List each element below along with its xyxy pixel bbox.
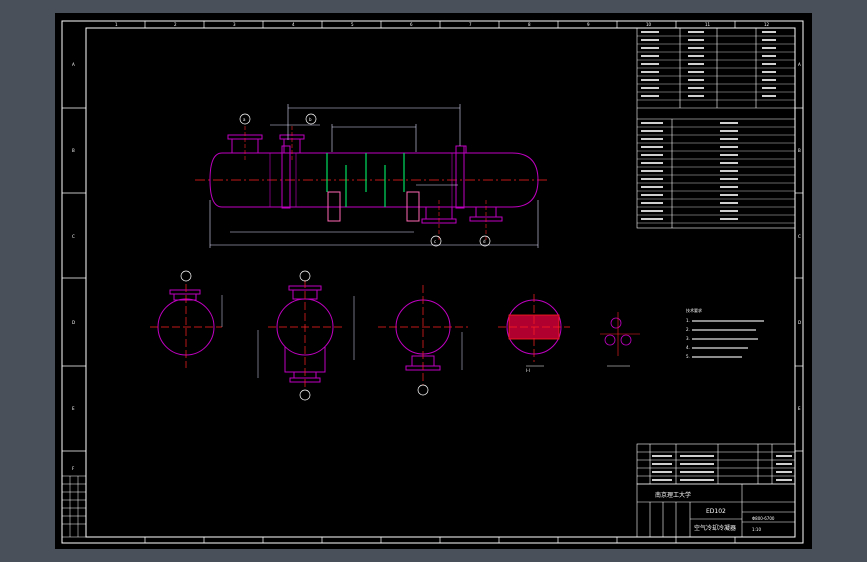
table-cell-text [641,87,659,89]
table-cell-text [762,63,776,65]
svg-text:1.: 1. [686,318,690,323]
table-cell-text [762,39,776,41]
table-cell-text [641,31,659,33]
table-cell-text [720,130,738,132]
table-cell-text [688,47,704,49]
table-cell-text [720,186,738,188]
table-cell-text [720,202,738,204]
table-cell-text [641,55,659,57]
table-cell-text [720,138,738,140]
table-cell-text [720,210,738,212]
svg-text:A: A [798,62,801,67]
table-cell-text [641,39,659,41]
svg-text:D: D [72,320,75,325]
section-label: I-I [526,368,530,373]
svg-text:B: B [72,148,75,153]
table-cell-text [641,122,663,124]
table-cell-text [641,146,663,148]
table-cell-text [762,71,776,73]
table-cell-text [720,146,738,148]
table-cell-text [762,55,776,57]
table-cell-text [641,63,659,65]
svg-text:11: 11 [705,22,711,27]
table-cell-text [641,218,663,220]
table-cell-text [641,162,663,164]
table-cell-text [762,47,776,49]
drawing-canvas [55,13,812,549]
table-cell-text [688,71,704,73]
table-cell-text [641,186,663,188]
svg-text:2.: 2. [686,327,690,332]
drawing-code: Φ800-6700 [752,516,775,521]
scale-note: 1:10 [752,527,761,532]
drawing-name: 空气冷却冷凝器 [694,524,736,532]
table-cell-text [641,154,663,156]
table-cell-text [720,162,738,164]
table-cell-text [641,138,663,140]
svg-text:c: c [434,239,436,244]
svg-text:10: 10 [646,22,652,27]
table-cell-text [641,202,663,204]
table-cell-text [720,194,738,196]
table-cell-text [688,87,704,89]
table-cell-text [688,95,704,97]
cad-viewport[interactable]: 1 2 3 4 5 6 7 8 9 10 11 12 A B C D E F A… [0,0,867,562]
table-cell-text [688,63,704,65]
svg-text:4.: 4. [686,345,690,350]
table-cell-text [641,170,663,172]
table-cell-text [641,210,663,212]
svg-text:D: D [798,320,801,325]
table-cell-text [720,154,738,156]
table-cell-text [688,79,704,81]
svg-text:C: C [72,234,75,239]
svg-text:C: C [798,234,801,239]
svg-text:B: B [798,148,801,153]
svg-text:5.: 5. [686,354,690,359]
table-cell-text [688,31,704,33]
svg-text:3.: 3. [686,336,690,341]
table-cell-text [641,130,663,132]
table-cell-text [762,95,776,97]
table-cell-text [641,178,663,180]
table-cell-text [641,47,659,49]
svg-text:技术要求: 技术要求 [686,307,702,313]
table-cell-text [762,79,776,81]
table-cell-text [720,122,738,124]
table-cell-text [688,39,704,41]
table-cell-text [641,194,663,196]
table-cell-text [641,79,659,81]
svg-text:A: A [72,62,75,67]
table-cell-text [720,218,738,220]
drawing-number: ED102 [706,508,726,515]
school-name: 南京理工大学 [655,491,691,499]
table-cell-text [762,87,776,89]
table-cell-text [688,55,704,57]
table-cell-text [720,178,738,180]
table-cell-text [641,95,659,97]
table-cell-text [720,170,738,172]
table-cell-text [641,71,659,73]
table-cell-text [762,31,776,33]
svg-text:12: 12 [764,22,770,27]
